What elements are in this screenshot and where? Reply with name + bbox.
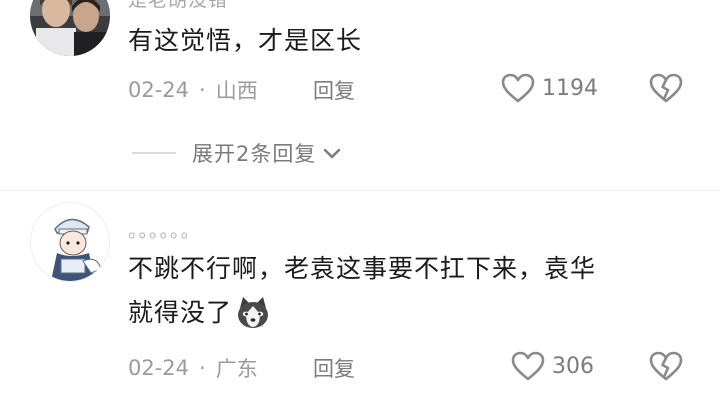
comment-meta: 02-24 · 山西 — [128, 75, 258, 105]
comment-text-line2: 就得没了 — [128, 298, 233, 327]
broken-heart-icon — [649, 73, 683, 103]
dislike-button[interactable] — [648, 72, 684, 108]
username[interactable]: 。。。。。。 — [128, 216, 201, 243]
comment-meta: 02-24 · 广东 — [128, 353, 258, 383]
comment-date: 02-24 — [128, 78, 190, 102]
reply-button[interactable]: 回复 — [313, 75, 355, 105]
expand-replies-button[interactable]: 展开2条回复 — [132, 138, 344, 168]
dislike-button[interactable] — [648, 350, 684, 386]
comment-text-continued: 就得没了 — [128, 292, 272, 334]
comment-location: 广东 — [215, 357, 258, 381]
comment-location: 山西 — [215, 79, 258, 103]
expand-divider-line — [132, 152, 176, 154]
comment-divider — [0, 190, 720, 191]
separator-dot: · — [199, 78, 206, 102]
avatar[interactable] — [30, 0, 110, 56]
comment-date: 02-24 — [128, 356, 190, 380]
broken-heart-icon — [649, 351, 683, 381]
heart-icon — [511, 351, 545, 381]
username[interactable]: 是老胡没错 — [128, 0, 228, 12]
avatar[interactable] — [30, 202, 110, 282]
like-count: 306 — [552, 353, 594, 379]
expand-replies-label: 展开2条回复 — [192, 142, 317, 166]
comment-list: 是老胡没错 有这觉悟，才是区长 02-24 · 山西 回复 1194 展开2条回… — [0, 0, 720, 405]
heart-icon — [501, 73, 535, 103]
reply-button[interactable]: 回复 — [313, 353, 355, 383]
comment-text: 有这觉悟，才是区长 — [128, 26, 363, 55]
separator-dot: · — [199, 356, 206, 380]
husky-emoji-icon — [234, 294, 272, 332]
chevron-down-icon — [324, 148, 341, 159]
like-button[interactable]: 306 — [510, 350, 594, 382]
like-count: 1194 — [542, 75, 598, 101]
comment-text: 不跳不行啊，老袁这事要不扛下来，袁华 — [128, 254, 597, 283]
like-button[interactable]: 1194 — [500, 72, 598, 104]
